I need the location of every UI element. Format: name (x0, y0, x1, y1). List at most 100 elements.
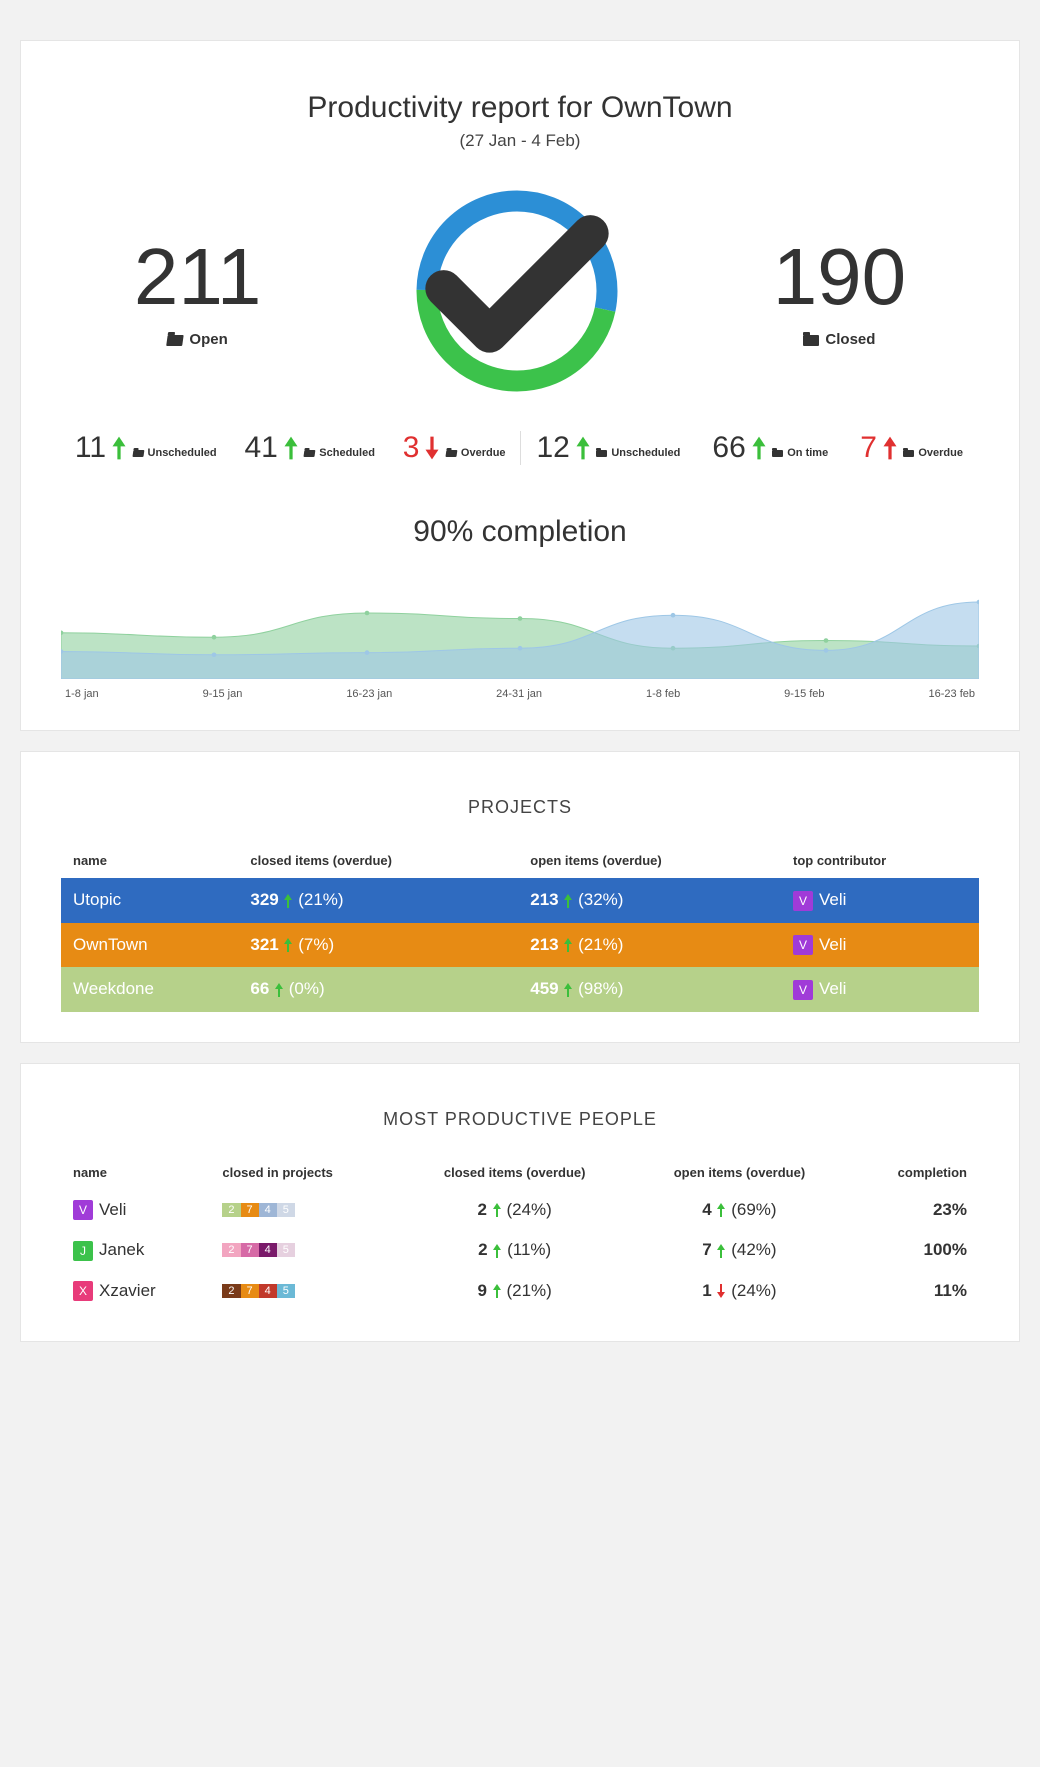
folder-open-icon (132, 449, 144, 457)
hero-row: 211 Open 190 Closed (61, 181, 979, 401)
completion-cell: 100% (848, 1230, 979, 1271)
stat-label: On time (772, 447, 828, 459)
avatar: J (73, 1241, 93, 1261)
table-header: closed items (overdue) (238, 843, 518, 878)
table-header: closed in projects (210, 1155, 398, 1190)
folder-open-icon (167, 334, 185, 346)
people-card: MOST PRODUCTIVE PEOPLE nameclosed in pro… (20, 1063, 1020, 1343)
closed-cell: 66 (0%) (238, 967, 518, 1012)
stats-row: 11 Unscheduled 41 Scheduled 3 Overdue 12… (61, 431, 979, 465)
open-label: Open (167, 331, 227, 348)
axis-tick: 16-23 feb (929, 688, 975, 700)
open-count: 211 (134, 231, 262, 323)
completion-area-chart: 1-8 jan9-15 jan16-23 jan24-31 jan1-8 feb… (61, 569, 979, 700)
table-header: open items (overdue) (518, 843, 781, 878)
table-row[interactable]: Utopic 329 (21%) 213 (32%) VVeli (61, 878, 979, 923)
stat-value: 12 (537, 431, 592, 465)
open-cell: 7 (42%) (631, 1230, 849, 1271)
page-title: Productivity report for OwnTown (61, 91, 979, 125)
avatar: V (73, 1200, 93, 1220)
chip: 7 (241, 1203, 259, 1217)
stat-label: Overdue (446, 447, 506, 459)
contributor-cell: VVeli (781, 878, 979, 923)
closed-cell: 2 (11%) (399, 1230, 631, 1271)
closed-stats: 12 Unscheduled 66 On time 7 Overdue (521, 431, 980, 465)
axis-tick: 24-31 jan (496, 688, 542, 700)
folder-closed-icon (772, 449, 783, 457)
table-row[interactable]: XXzavier 2745 9 (21%) 1 (24%) 11% (61, 1271, 979, 1312)
chips-cell: 2745 (210, 1190, 398, 1231)
table-row[interactable]: VVeli 2745 2 (24%) 4 (69%) 23% (61, 1190, 979, 1231)
date-range: (27 Jan - 4 Feb) (61, 131, 979, 151)
stat-label: Unscheduled (596, 447, 680, 459)
table-header: name (61, 1155, 210, 1190)
folder-open-icon (445, 449, 457, 457)
project-name: OwnTown (61, 923, 238, 968)
axis-tick: 1-8 feb (646, 688, 680, 700)
table-row[interactable]: Weekdone 66 (0%) 459 (98%) VVeli (61, 967, 979, 1012)
folder-open-icon (304, 449, 316, 457)
productivity-card: Productivity report for OwnTown (27 Jan … (20, 40, 1020, 731)
contributor-cell: VVeli (781, 923, 979, 968)
stat-block: 41 Scheduled (244, 431, 374, 465)
chip: 4 (259, 1284, 277, 1298)
table-header: top contributor (781, 843, 979, 878)
person-name: JJanek (61, 1230, 210, 1271)
open-cell: 459 (98%) (518, 967, 781, 1012)
table-header: name (61, 843, 238, 878)
avatar: V (793, 980, 813, 1000)
project-name: Utopic (61, 878, 238, 923)
stat-block: 66 On time (712, 431, 828, 465)
project-name: Weekdone (61, 967, 238, 1012)
avatar: X (73, 1281, 93, 1301)
contributor-cell: VVeli (781, 967, 979, 1012)
stat-value: 3 (403, 431, 442, 465)
chip: 5 (277, 1203, 295, 1217)
axis-tick: 16-23 jan (346, 688, 392, 700)
check-icon (407, 179, 627, 404)
stat-value: 11 (75, 431, 128, 465)
open-cell: 213 (32%) (518, 878, 781, 923)
stat-block: 7 Overdue (860, 431, 963, 465)
chip: 4 (259, 1203, 277, 1217)
stat-block: 12 Unscheduled (537, 431, 681, 465)
table-row[interactable]: OwnTown 321 (7%) 213 (21%) VVeli (61, 923, 979, 968)
chip: 5 (277, 1284, 295, 1298)
stat-label: Unscheduled (133, 447, 217, 459)
open-cell: 4 (69%) (631, 1190, 849, 1231)
table-row[interactable]: JJanek 2745 2 (11%) 7 (42%) 100% (61, 1230, 979, 1271)
closed-summary: 190 Closed (773, 231, 906, 351)
avatar: V (793, 935, 813, 955)
open-cell: 1 (24%) (631, 1271, 849, 1312)
chips-cell: 2745 (210, 1271, 398, 1312)
table-header: closed items (overdue) (399, 1155, 631, 1190)
table-header: open items (overdue) (631, 1155, 849, 1190)
folder-closed-icon (596, 449, 607, 457)
closed-cell: 329 (21%) (238, 878, 518, 923)
projects-card: PROJECTS nameclosed items (overdue)open … (20, 751, 1020, 1043)
completion-cell: 11% (848, 1271, 979, 1312)
axis-tick: 9-15 jan (203, 688, 243, 700)
closed-cell: 2 (24%) (399, 1190, 631, 1231)
person-name: XXzavier (61, 1271, 210, 1312)
chips-cell: 2745 (210, 1230, 398, 1271)
completion-title: 90% completion (61, 515, 979, 549)
avatar: V (793, 891, 813, 911)
stat-value: 66 (712, 431, 767, 465)
folder-closed-icon (903, 449, 914, 457)
closed-cell: 321 (7%) (238, 923, 518, 968)
people-table: nameclosed in projectsclosed items (over… (61, 1155, 979, 1312)
open-stats: 11 Unscheduled 41 Scheduled 3 Overdue (61, 431, 521, 465)
completion-cell: 23% (848, 1190, 979, 1231)
donut-chart (407, 181, 627, 401)
person-name: VVeli (61, 1190, 210, 1231)
projects-header: PROJECTS (61, 797, 979, 818)
people-header: MOST PRODUCTIVE PEOPLE (61, 1109, 979, 1130)
closed-label: Closed (803, 331, 875, 348)
stat-value: 7 (860, 431, 899, 465)
chip: 2 (222, 1284, 240, 1298)
stat-block: 11 Unscheduled (75, 431, 217, 465)
projects-table: nameclosed items (overdue)open items (ov… (61, 843, 979, 1012)
chip: 7 (241, 1284, 259, 1298)
axis-tick: 9-15 feb (784, 688, 824, 700)
